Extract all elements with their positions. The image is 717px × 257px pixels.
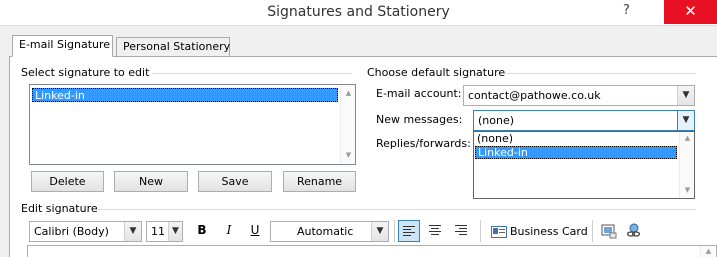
tab-email-signature[interactable]: E-mail Signature	[12, 35, 113, 57]
underline-button[interactable]: U	[244, 220, 266, 242]
new-messages-dropdown[interactable]: (none) Linked-in ▲ ▼	[473, 131, 695, 199]
toolbar-separator	[480, 220, 481, 242]
dropdown-option-linked-in[interactable]: Linked-in	[475, 146, 677, 159]
scroll-down-icon[interactable]: ▼	[341, 151, 356, 159]
new-messages-value: (none)	[478, 114, 515, 127]
tab-personal-stationery[interactable]: Personal Stationery	[116, 37, 230, 57]
hyperlink-icon	[626, 223, 641, 237]
scroll-up-icon[interactable]: ▲	[341, 89, 356, 97]
align-left-icon	[403, 226, 415, 236]
email-account-label: E-mail account:	[376, 87, 462, 100]
email-account-select[interactable]: contact@pathowe.co.uk ▼	[463, 85, 695, 106]
business-card-button[interactable]: Business Card	[488, 221, 588, 242]
chevron-down-icon[interactable]: ▼	[371, 222, 388, 241]
italic-button[interactable]: I	[218, 220, 240, 242]
insert-picture-button[interactable]	[598, 220, 620, 242]
new-button[interactable]: New	[114, 171, 188, 192]
picture-icon	[601, 224, 617, 239]
chevron-down-icon[interactable]: ▼	[677, 86, 694, 105]
signature-list-item[interactable]: Linked-in	[32, 88, 338, 102]
dropdown-option-none[interactable]: (none)	[475, 133, 677, 146]
close-button[interactable]: ✕	[664, 0, 717, 24]
rename-button[interactable]: Rename	[283, 171, 356, 192]
align-center-icon	[429, 225, 441, 235]
font-color-select[interactable]: Automatic ▼	[270, 221, 389, 242]
toolbar-separator	[394, 220, 395, 242]
align-right-button[interactable]	[450, 220, 472, 242]
bold-button[interactable]: B	[191, 220, 213, 242]
font-color-value: Automatic	[297, 225, 354, 238]
chevron-down-icon[interactable]: ▼	[677, 111, 694, 130]
save-button[interactable]: Save	[198, 171, 272, 192]
help-button[interactable]: ?	[623, 3, 630, 18]
align-right-icon	[455, 225, 467, 235]
insert-hyperlink-button[interactable]	[623, 220, 645, 242]
default-signature-group-label: Choose default signature	[367, 66, 506, 79]
editor-scrollbar[interactable]: ▲	[700, 246, 715, 257]
signature-listbox[interactable]: Linked-in ▲ ▼	[29, 84, 356, 165]
default-signature-divider	[503, 73, 696, 74]
tab-personal-stationery-label: Personal Stationery	[123, 40, 231, 53]
business-card-icon	[491, 226, 507, 238]
new-messages-label: New messages:	[376, 113, 463, 126]
tab-email-signature-label: E-mail Signature	[19, 38, 111, 51]
scroll-up-icon[interactable]: ▲	[701, 247, 716, 255]
align-left-button[interactable]	[398, 220, 420, 242]
edit-signature-group-label: Edit signature	[21, 202, 98, 215]
font-size-select[interactable]: 11 ▼	[146, 221, 183, 242]
new-messages-select[interactable]: (none) ▼	[473, 110, 695, 131]
select-signature-divider	[152, 73, 352, 74]
signature-list-scrollbar[interactable]: ▲ ▼	[340, 85, 355, 164]
chevron-down-icon[interactable]: ▼	[124, 222, 141, 241]
select-signature-group-label: Select signature to edit	[21, 66, 150, 79]
window-title: Signatures and Stationery	[267, 4, 450, 20]
toolbar-separator	[592, 220, 593, 242]
font-name-value: Calibri (Body)	[34, 225, 109, 238]
scroll-up-icon[interactable]: ▲	[680, 134, 695, 142]
signature-editor[interactable]	[27, 245, 717, 257]
font-size-value: 11	[151, 225, 165, 238]
delete-button[interactable]: Delete	[31, 171, 104, 192]
dropdown-scrollbar[interactable]: ▲ ▼	[679, 132, 694, 198]
edit-signature-divider	[98, 209, 696, 210]
business-card-label: Business Card	[510, 225, 588, 238]
email-account-value: contact@pathowe.co.uk	[468, 89, 601, 102]
scroll-down-icon[interactable]: ▼	[680, 186, 695, 194]
align-center-button[interactable]	[424, 220, 446, 242]
chevron-down-icon[interactable]: ▼	[168, 222, 182, 241]
font-name-select[interactable]: Calibri (Body) ▼	[29, 221, 142, 242]
replies-forwards-label: Replies/forwards:	[376, 137, 471, 150]
